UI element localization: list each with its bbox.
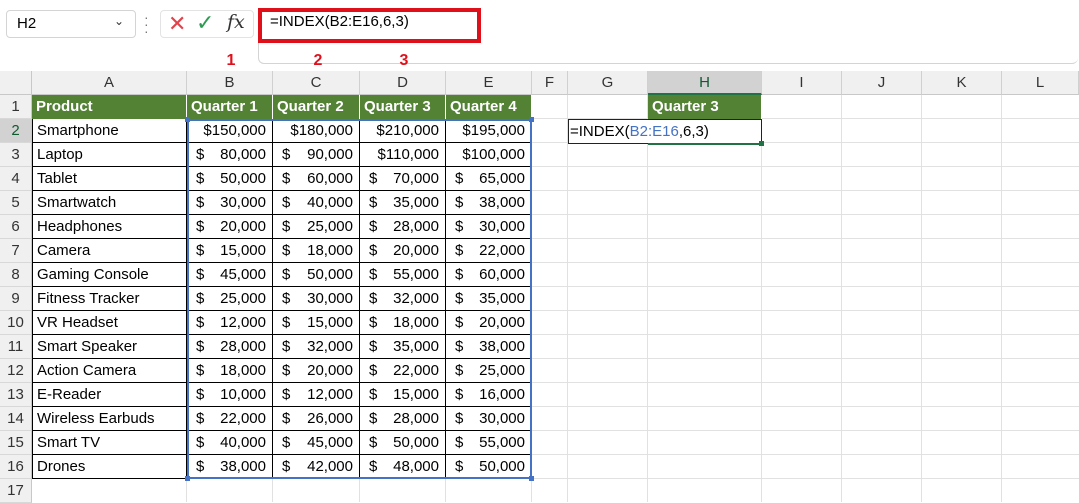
row-header-2[interactable]: 2 — [0, 119, 32, 143]
product-cell[interactable]: Tablet — [32, 167, 187, 191]
grid-column-line — [1001, 95, 1002, 502]
row-header-11[interactable]: 11 — [0, 335, 32, 359]
row-header-8[interactable]: 8 — [0, 263, 32, 287]
table-header-cell[interactable]: Quarter 3 — [360, 95, 446, 119]
row-header-16[interactable]: 16 — [0, 455, 32, 479]
column-header-i[interactable]: I — [762, 71, 842, 95]
column-header-g[interactable]: G — [568, 71, 648, 95]
row-header-7[interactable]: 7 — [0, 239, 32, 263]
product-cell[interactable]: Action Camera — [32, 359, 187, 383]
table-header-cell[interactable]: Quarter 2 — [273, 95, 360, 119]
cancel-icon[interactable]: ✕ — [168, 11, 186, 37]
product-cell[interactable]: Gaming Console — [32, 263, 187, 287]
product-cell[interactable]: Camera — [32, 239, 187, 263]
range-handle[interactable] — [185, 476, 190, 481]
row-header-10[interactable]: 10 — [0, 311, 32, 335]
table-header-cell[interactable]: Quarter 4 — [446, 95, 532, 119]
product-cell[interactable]: Laptop — [32, 143, 187, 167]
product-cell[interactable]: Smartphone — [32, 119, 187, 143]
grid-column-line — [761, 95, 762, 502]
range-handle[interactable] — [529, 476, 534, 481]
column-header-a[interactable]: A — [32, 71, 187, 95]
row-header-9[interactable]: 9 — [0, 287, 32, 311]
product-cell[interactable]: VR Headset — [32, 311, 187, 335]
chevron-down-icon[interactable]: ⌄ — [114, 14, 130, 30]
result-header-cell[interactable]: Quarter 3 — [648, 95, 762, 119]
more-options-icon[interactable]: · · · — [144, 10, 150, 38]
edit-range-ref: B2:E16 — [629, 123, 679, 140]
table-header-cell[interactable]: Product — [32, 95, 187, 119]
edit-suffix: ,6,3) — [678, 123, 709, 140]
row-header-1[interactable]: 1 — [0, 95, 32, 119]
fill-handle[interactable] — [759, 141, 764, 146]
column-header-c[interactable]: C — [273, 71, 360, 95]
column-header-j[interactable]: J — [842, 71, 922, 95]
select-all-corner[interactable] — [0, 71, 32, 95]
row-header-12[interactable]: 12 — [0, 359, 32, 383]
column-header-f[interactable]: F — [532, 71, 568, 95]
grid-column-line — [921, 95, 922, 502]
row-header-15[interactable]: 15 — [0, 431, 32, 455]
row-header-14[interactable]: 14 — [0, 407, 32, 431]
row-header-6[interactable]: 6 — [0, 215, 32, 239]
active-cell-border — [648, 143, 762, 145]
product-cell[interactable]: Wireless Earbuds — [32, 407, 187, 431]
product-cell[interactable]: Smartwatch — [32, 191, 187, 215]
range-handle[interactable] — [185, 117, 190, 122]
annotation-3: 3 — [399, 52, 409, 69]
formula-range-highlight — [187, 119, 532, 479]
grid-column-line — [647, 95, 648, 502]
annotation-2: 2 — [313, 52, 323, 69]
column-header-e[interactable]: E — [446, 71, 532, 95]
formula-highlight-box — [258, 8, 481, 43]
enter-check-icon[interactable]: ✓ — [196, 10, 214, 36]
column-header-k[interactable]: K — [922, 71, 1002, 95]
column-header-b[interactable]: B — [187, 71, 273, 95]
column-header-d[interactable]: D — [360, 71, 446, 95]
active-cell-editor[interactable]: =INDEX(B2:E16,6,3) — [568, 119, 762, 144]
product-cell[interactable]: Fitness Tracker — [32, 287, 187, 311]
edit-prefix: =INDEX( — [570, 123, 630, 140]
row-header-17[interactable]: 17 — [0, 479, 32, 503]
row-header-4[interactable]: 4 — [0, 167, 32, 191]
product-cell[interactable]: Smart TV — [32, 431, 187, 455]
column-header-h[interactable]: H — [648, 71, 762, 95]
row-header-13[interactable]: 13 — [0, 383, 32, 407]
range-handle[interactable] — [529, 117, 534, 122]
product-cell[interactable]: Smart Speaker — [32, 335, 187, 359]
product-cell[interactable]: Drones — [32, 455, 187, 479]
grid-column-line — [841, 95, 842, 502]
row-header-5[interactable]: 5 — [0, 191, 32, 215]
insert-function-icon[interactable]: fx — [227, 11, 245, 33]
column-header-l[interactable]: L — [1002, 71, 1079, 95]
product-cell[interactable]: Headphones — [32, 215, 187, 239]
table-header-cell[interactable]: Quarter 1 — [187, 95, 273, 119]
row-header-3[interactable]: 3 — [0, 143, 32, 167]
product-cell[interactable]: E-Reader — [32, 383, 187, 407]
annotation-1: 1 — [226, 52, 236, 69]
grid-column-line — [567, 95, 568, 502]
